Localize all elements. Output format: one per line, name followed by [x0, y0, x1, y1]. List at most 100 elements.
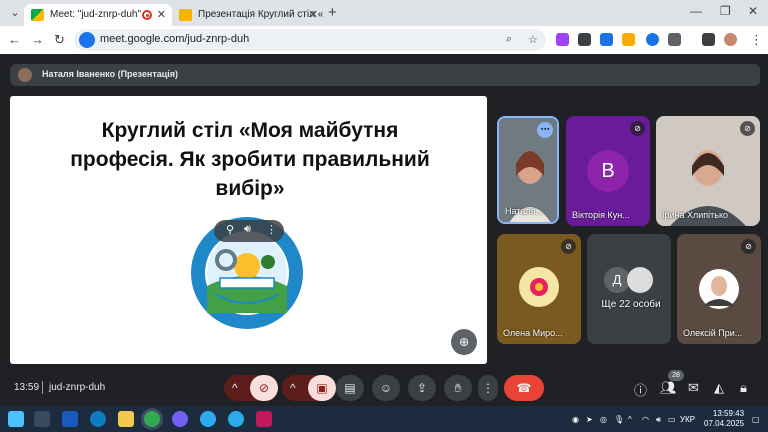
mic-off-icon: ⊘ [740, 121, 755, 136]
profile-avatar[interactable] [724, 33, 737, 46]
viber-icon[interactable] [172, 411, 188, 427]
microphone-control[interactable]: ^ ⊘ [224, 375, 278, 401]
reload-icon[interactable]: ↻ [54, 32, 65, 48]
present-screen-button[interactable]: ⇪ [408, 375, 436, 401]
pin-icon[interactable]: ⚲ [226, 223, 234, 236]
tab-presentation[interactable]: Презентація Круглий стіл «Мо ✕ [172, 4, 324, 26]
task-view-icon[interactable] [34, 411, 50, 427]
raise-hand-button[interactable]: ✋︎ [444, 375, 472, 401]
camera-off-icon[interactable]: ▣ [308, 375, 336, 401]
word-icon[interactable] [62, 411, 78, 427]
participant-tile[interactable]: ⊘ Олена Миро... [497, 234, 581, 344]
presenter-avatar [18, 68, 32, 82]
participant-tile[interactable]: В ⊘ Вікторія Кун... [566, 116, 650, 226]
slide-title: Круглий стіл «Моя майбутня професія. Як … [70, 119, 430, 200]
windows-taskbar: ◉ ➤ ◎ 🎙︎ ^ ◠ 🔊︎ ▭ УКР 13:59:43 07.04.202… [0, 406, 768, 432]
zoom-in-button[interactable]: ⊕ [451, 329, 477, 355]
battery-icon[interactable]: ▭ [668, 415, 676, 424]
system-clock[interactable]: 13:59:43 07.04.2025 [704, 409, 744, 429]
participant-name: Олексій При... [683, 328, 743, 338]
video-options-icon[interactable]: ^ [290, 375, 296, 401]
audio-options-icon[interactable]: ^ [232, 375, 238, 401]
volume-icon[interactable]: 🔊︎ [244, 223, 251, 236]
host-controls-icon[interactable]: 🔒︎ [740, 380, 747, 396]
edge-icon[interactable] [90, 411, 106, 427]
participant-tile[interactable]: ⊘ Ірина Хлипітько [656, 116, 760, 226]
presenter-bar: Наталя Іваненко (Презентація) [10, 64, 760, 86]
maximize-icon[interactable]: ❐ [720, 4, 731, 18]
zoom-icon[interactable]: ⌕ [506, 33, 512, 46]
app-icon[interactable] [256, 411, 272, 427]
browser-tab-bar: ⌄ Meet: "jud-znrp-duh" ✕ Презентація Кру… [0, 0, 768, 26]
tile-hover-controls[interactable]: ⚲ 🔊︎ ⋮ [214, 220, 284, 242]
language-indicator[interactable]: УКР [680, 415, 695, 424]
tray-mic-icon[interactable]: 🎙︎ [614, 415, 624, 424]
divider [42, 381, 43, 394]
telegram-icon[interactable] [228, 411, 244, 427]
meet-main: Наталя Іваненко (Презентація) Круглий ст… [0, 54, 768, 406]
tile-more-icon[interactable]: ⋮ [266, 223, 277, 236]
tab-search-icon[interactable]: ⌄ [6, 5, 24, 21]
chat-icon[interactable]: ✉ [688, 380, 699, 396]
extension-translate-icon[interactable] [578, 33, 591, 46]
people-icon[interactable]: 👥︎ [660, 380, 677, 396]
start-icon[interactable] [8, 411, 24, 427]
extension-list-icon[interactable] [600, 33, 613, 46]
mic-off-icon[interactable]: ⊘ [250, 375, 278, 401]
url-text: meet.google.com/jud-znrp-duh [100, 33, 250, 45]
minimize-icon[interactable]: — [690, 4, 702, 18]
tray-expand-icon[interactable]: ^ [628, 415, 632, 424]
camera-control[interactable]: ^ ▣ [282, 375, 336, 401]
window-close-icon[interactable]: ✕ [748, 4, 758, 18]
browser-menu-icon[interactable]: ⋮ [750, 32, 763, 48]
extension-dot-icon[interactable] [646, 33, 659, 46]
site-info-icon[interactable] [79, 32, 95, 48]
tray-whatsapp-icon[interactable]: ◉ [572, 415, 579, 424]
others-count-label: Ще 22 особи [601, 299, 661, 310]
download-icon[interactable] [702, 33, 715, 46]
more-options-button[interactable]: ⋮ [478, 375, 498, 401]
participant-avatar: В [587, 150, 629, 192]
mic-off-icon: ⊘ [630, 121, 645, 136]
participant-name: Вікторія Кун... [572, 210, 630, 220]
tab-presentation-title: Презентація Круглий стіл «Мо [198, 9, 324, 20]
telegram-icon[interactable] [200, 411, 216, 427]
address-bar[interactable]: meet.google.com/jud-znrp-duh ⌕ ☆ [74, 29, 546, 51]
presentation-slide[interactable]: Круглий стіл «Моя майбутня професія. Як … [10, 96, 487, 364]
extension-pen-icon[interactable] [556, 33, 569, 46]
meeting-details-icon[interactable]: ⓘ [634, 380, 647, 399]
meeting-code: jud-znrp-duh [49, 382, 106, 393]
participant-tile[interactable]: ⋯ Наталя... [497, 116, 559, 224]
participant-more-icon[interactable]: ⋯ [537, 122, 553, 138]
file-explorer-icon[interactable] [118, 411, 134, 427]
tab-close-icon[interactable]: ✕ [309, 4, 318, 26]
clock-time: 13:59:43 [712, 409, 745, 418]
meeting-time: 13:59 [14, 382, 40, 393]
bookmark-star-icon[interactable]: ☆ [528, 33, 538, 46]
forward-icon[interactable]: → [31, 32, 44, 48]
participant-name: Наталя... [505, 206, 543, 216]
tray-viber-icon[interactable]: ◎ [600, 415, 607, 424]
tab-close-icon[interactable]: ✕ [157, 4, 166, 26]
others-tile[interactable]: Д Ще 22 особи [587, 234, 671, 344]
tray-telegram-icon[interactable]: ➤ [586, 415, 593, 424]
notifications-icon[interactable]: ▢ [752, 415, 760, 424]
new-tab-icon[interactable]: + [328, 4, 337, 22]
activities-icon[interactable]: ◭ [714, 380, 724, 396]
participant-tile[interactable]: ⊘ Олексій При... [677, 234, 761, 344]
extensions-puzzle-icon[interactable] [668, 33, 681, 46]
mic-off-icon: ⊘ [561, 239, 576, 254]
volume-icon[interactable]: 🔊︎ [656, 415, 661, 425]
recording-indicator-icon [142, 10, 152, 20]
browser-toolbar: ← → ↻ meet.google.com/jud-znrp-duh ⌕ ☆ ⋮ [0, 26, 768, 54]
mic-off-icon: ⊘ [741, 239, 756, 254]
extension-folder-icon[interactable] [622, 33, 635, 46]
emoji-reactions-button[interactable]: ☺ [372, 375, 400, 401]
captions-button[interactable]: ▤ [336, 375, 364, 401]
tab-meet[interactable]: Meet: "jud-znrp-duh" ✕ [24, 4, 172, 26]
back-icon[interactable]: ← [8, 32, 21, 48]
wifi-icon[interactable]: ◠ [642, 415, 649, 424]
participant-avatar [627, 267, 653, 293]
chrome-icon[interactable] [144, 411, 160, 427]
leave-call-button[interactable]: ☎ [504, 375, 544, 401]
